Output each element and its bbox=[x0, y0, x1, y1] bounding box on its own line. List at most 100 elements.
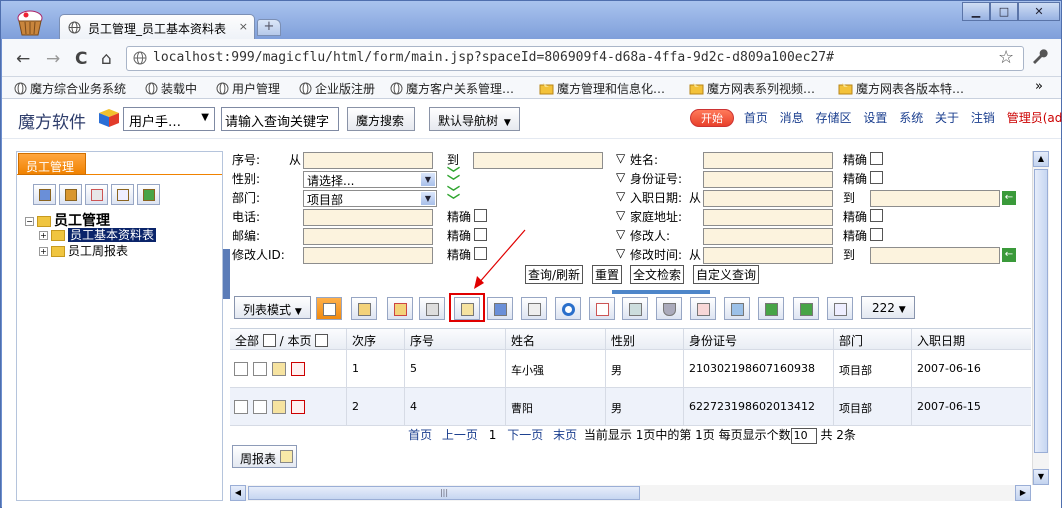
close-window-button[interactable]: ✕ bbox=[1018, 2, 1060, 21]
expand-down-icon[interactable]: ﹀ ﹀ bbox=[447, 187, 460, 208]
select-all-checkbox[interactable] bbox=[262, 334, 276, 347]
search-button[interactable]: 魔方搜索 bbox=[347, 107, 415, 131]
play-icon[interactable] bbox=[758, 297, 784, 320]
link-home[interactable]: 首页 bbox=[744, 111, 768, 125]
bookmark-item[interactable]: 魔方网表各版本特… bbox=[838, 80, 964, 98]
tree-item-employee-basic[interactable]: + 员工基本资料表 bbox=[39, 226, 157, 242]
list-mode-button[interactable]: 列表模式 ▼ bbox=[234, 296, 311, 319]
column-header[interactable]: 部门 bbox=[834, 329, 912, 349]
browser-tab[interactable]: 员工管理_员工基本资料表 × bbox=[59, 14, 255, 40]
home-button[interactable]: ⌂ bbox=[101, 49, 112, 69]
start-button[interactable]: 开始 bbox=[690, 109, 734, 127]
phone-exact-checkbox[interactable] bbox=[474, 209, 487, 222]
address-input[interactable] bbox=[703, 209, 833, 226]
user-menu-select[interactable]: 用户手… ▼ bbox=[123, 107, 215, 131]
reset-button[interactable]: 重置 bbox=[592, 265, 623, 284]
view-icon[interactable] bbox=[253, 362, 267, 376]
window-icon[interactable] bbox=[589, 297, 615, 320]
link-about[interactable]: 关于 bbox=[935, 111, 959, 125]
page-next-link[interactable]: 下一页 bbox=[507, 428, 543, 442]
table-row[interactable]: 1 5 车小强 男 210302198607160938 项目部 2007-06… bbox=[230, 350, 1031, 388]
hire-date-from-input[interactable] bbox=[703, 190, 833, 207]
column-header[interactable]: 身份证号 bbox=[684, 329, 834, 349]
filter-icon[interactable] bbox=[656, 297, 682, 320]
admin-user-link[interactable]: 管理员(admin) bbox=[1007, 111, 1062, 125]
step-back-icon[interactable] bbox=[793, 297, 819, 320]
address-bar[interactable]: localhost:999/magicflu/html/form/main.js… bbox=[126, 46, 1024, 71]
play-icon[interactable] bbox=[137, 184, 160, 205]
bookmark-item[interactable]: 魔方综合业务系统 bbox=[14, 80, 126, 98]
weekly-report-button[interactable]: 周报表 bbox=[232, 445, 298, 468]
tree-item-employee-weekly[interactable]: + 员工周报表 bbox=[39, 242, 156, 258]
back-button[interactable]: ← bbox=[16, 49, 30, 69]
expand-icon[interactable]: + bbox=[39, 231, 48, 240]
idcard-input[interactable] bbox=[703, 171, 833, 188]
row-checkbox[interactable] bbox=[234, 400, 248, 414]
seq-to-input[interactable] bbox=[473, 152, 603, 169]
reload-button[interactable]: C bbox=[75, 49, 87, 69]
link-storage[interactable]: 存储区 bbox=[816, 111, 852, 125]
date-picker-icon[interactable]: ← bbox=[1002, 248, 1016, 262]
nav-tree-button[interactable]: 默认导航树 ▼ bbox=[429, 107, 520, 131]
gender-select[interactable]: 请选择... ▼ bbox=[303, 171, 437, 188]
column-header[interactable]: 姓名 bbox=[506, 329, 606, 349]
image-icon[interactable] bbox=[724, 297, 750, 320]
column-header[interactable]: 次序 bbox=[347, 329, 405, 349]
per-page-input[interactable]: 10 bbox=[790, 427, 817, 444]
batch-icon[interactable] bbox=[387, 297, 413, 320]
link-system[interactable]: 系统 bbox=[899, 111, 923, 125]
hire-date-to-input[interactable] bbox=[870, 190, 1000, 207]
seq-from-input[interactable] bbox=[303, 152, 433, 169]
scroll-left-button[interactable]: ◀ bbox=[230, 485, 246, 501]
modifier-input[interactable] bbox=[703, 228, 833, 245]
table-row[interactable]: 2 4 曹阳 男 622723198602013412 项目部 2007-06-… bbox=[230, 388, 1031, 426]
refresh-icon[interactable] bbox=[555, 297, 581, 320]
idcard-exact-checkbox[interactable] bbox=[870, 171, 883, 184]
link-logout[interactable]: 注销 bbox=[971, 111, 995, 125]
maximize-button[interactable]: □ bbox=[990, 2, 1018, 21]
delete-icon[interactable] bbox=[291, 400, 305, 414]
vertical-scrollbar[interactable]: ▲ ▼ bbox=[1032, 151, 1049, 485]
dept-select[interactable]: 项目部 ▼ bbox=[303, 190, 437, 207]
edit-form-icon[interactable] bbox=[33, 184, 56, 205]
view-icon[interactable] bbox=[253, 400, 267, 414]
tree-root[interactable]: − 员工管理 bbox=[25, 210, 142, 229]
query-refresh-button[interactable]: 查询/刷新 bbox=[525, 265, 584, 284]
page-size-select[interactable]: 222 ▼ bbox=[861, 296, 915, 319]
custom-query-button[interactable]: 自定义查询 bbox=[693, 265, 760, 284]
filter-splitter[interactable] bbox=[230, 290, 1031, 294]
row-checkbox[interactable] bbox=[234, 362, 248, 376]
delete-icon[interactable] bbox=[291, 362, 305, 376]
edit-note-icon[interactable] bbox=[487, 297, 513, 320]
bookmark-item[interactable]: 用户管理 bbox=[216, 80, 280, 98]
window-icon[interactable] bbox=[85, 184, 108, 205]
bookmark-item[interactable]: 魔方客户关系管理… bbox=[390, 80, 514, 98]
address-exact-checkbox[interactable] bbox=[870, 209, 883, 222]
export-icon[interactable] bbox=[827, 297, 853, 320]
link-settings[interactable]: 设置 bbox=[863, 111, 887, 125]
panel-collapse-handle[interactable] bbox=[223, 249, 230, 299]
bookmark-star-icon[interactable]: ☆ bbox=[998, 47, 1014, 68]
settings-icon[interactable] bbox=[622, 297, 648, 320]
mod-time-from-input[interactable] bbox=[703, 247, 833, 264]
edit-note-icon[interactable] bbox=[59, 184, 82, 205]
fulltext-search-button[interactable]: 全文检索 bbox=[630, 265, 685, 284]
bookmark-item[interactable]: 装载中 bbox=[145, 80, 197, 98]
scroll-right-button[interactable]: ▶ bbox=[1015, 485, 1031, 501]
splitter-handle[interactable] bbox=[612, 290, 710, 294]
page-prev-link[interactable]: 上一页 bbox=[442, 428, 478, 442]
page-last-link[interactable]: 末页 bbox=[553, 428, 577, 442]
page-first-link[interactable]: 首页 bbox=[408, 428, 432, 442]
expand-down-icon[interactable]: ﹀ ﹀ bbox=[447, 168, 460, 189]
column-header[interactable]: 性别 bbox=[606, 329, 684, 349]
zip-input[interactable] bbox=[303, 228, 433, 245]
modifier-exact-checkbox[interactable] bbox=[870, 228, 883, 241]
bookmark-item[interactable]: 魔方管理和信息化… bbox=[539, 80, 665, 98]
bookmark-item[interactable]: 魔方网表系列视频… bbox=[689, 80, 815, 98]
name-exact-checkbox[interactable] bbox=[870, 152, 883, 165]
forward-button[interactable]: → bbox=[46, 49, 60, 69]
collapse-icon[interactable]: − bbox=[25, 217, 34, 226]
scroll-up-button[interactable]: ▲ bbox=[1033, 151, 1049, 167]
print-icon[interactable] bbox=[419, 297, 445, 320]
edit-icon[interactable] bbox=[272, 362, 286, 376]
